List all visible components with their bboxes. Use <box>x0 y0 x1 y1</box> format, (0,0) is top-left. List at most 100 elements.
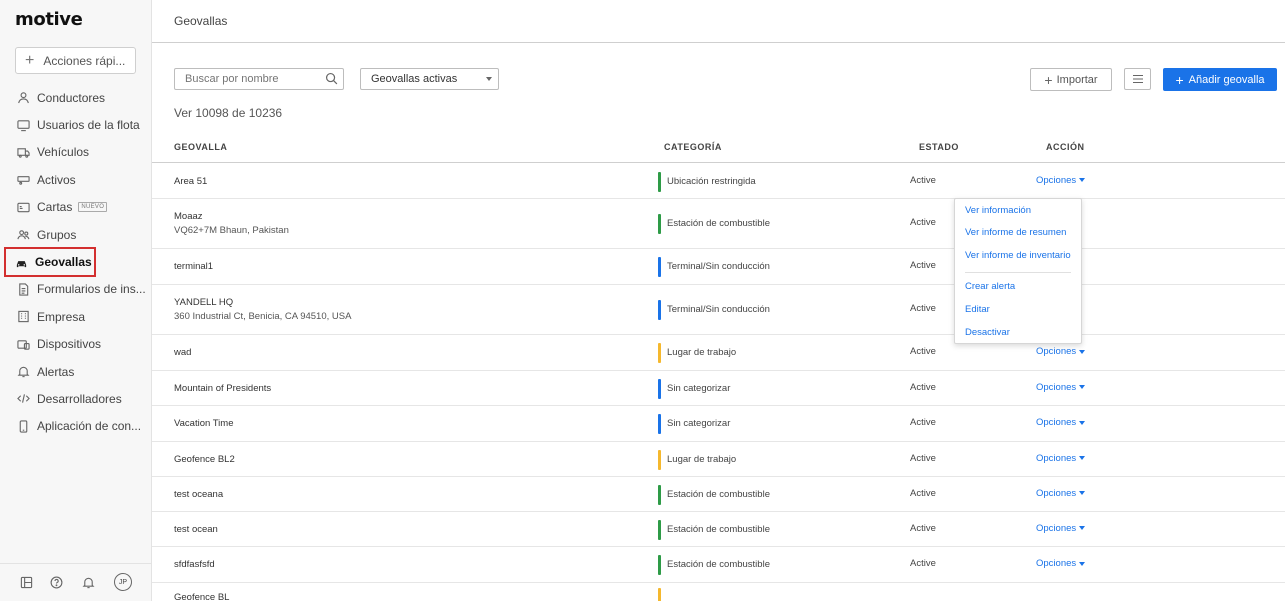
geofence-name[interactable]: test oceana <box>174 489 223 500</box>
options-button[interactable]: Opciones <box>1036 381 1086 393</box>
sidebar-item-alertas[interactable]: Alertas <box>0 358 152 385</box>
phone-icon <box>17 420 30 433</box>
columns-menu-button[interactable] <box>1124 68 1151 90</box>
geofence-name[interactable]: Vacation Time <box>174 418 234 429</box>
sidebar-item-label: Aplicación de con... <box>37 419 142 434</box>
category-label: Estación de combustible <box>667 218 770 229</box>
options-label: Opciones <box>1036 346 1077 357</box>
column-estado[interactable]: ESTADO <box>919 142 959 152</box>
notifications-icon[interactable] <box>80 574 96 590</box>
status-text: Active <box>910 346 936 357</box>
sidebar-item-activos[interactable]: Activos <box>0 166 152 193</box>
sidebar-item-desarrolladores[interactable]: Desarrolladores <box>0 385 152 412</box>
geofence-name[interactable]: Geofence BL2 <box>174 454 235 465</box>
sidebar-item-label: Formularios de ins... <box>37 282 146 297</box>
table-row[interactable]: Area 51 Ubicación restringida Active Opcion… <box>152 164 1285 199</box>
category-color-bar <box>658 414 661 434</box>
options-button[interactable]: Opciones <box>1036 417 1086 428</box>
geofence-name[interactable]: Geofence BL <box>174 592 229 601</box>
sidebar-item-vehiculos[interactable]: Vehículos <box>0 139 152 166</box>
geofence-filter-select[interactable]: Geovallas activas <box>360 68 499 90</box>
sidebar-item-empresa[interactable]: Empresa <box>0 303 152 330</box>
apps-icon[interactable] <box>18 574 34 590</box>
table-row[interactable]: sfdfasfsfd Estación de combustible Active O… <box>152 547 1285 583</box>
options-label: Opciones <box>1036 381 1077 393</box>
help-icon[interactable] <box>48 574 64 590</box>
motive-logo[interactable]: motive <box>15 9 83 30</box>
geofence-name[interactable]: test ocean <box>174 524 218 535</box>
menu-item-editar[interactable]: Editar <box>965 304 990 315</box>
sidebar-item-aplicacion[interactable]: Aplicación de con... <box>0 413 152 440</box>
plus-icon: + <box>25 51 35 69</box>
table-row[interactable]: Moaaz VQ62+7M Bhaun, Pakistan Estación de … <box>152 199 1285 249</box>
sidebar-item-label: Alertas <box>37 364 75 379</box>
import-button[interactable]: + Importar <box>1030 68 1112 91</box>
column-categoria[interactable]: CATEGORÍA <box>664 142 722 152</box>
sidebar-item-label: Vehículos <box>37 145 90 160</box>
status-text: Active <box>910 260 936 271</box>
sidebar-item-grupos[interactable]: Grupos <box>0 221 152 248</box>
geofence-name[interactable]: YANDELL HQ <box>174 297 233 308</box>
table-row[interactable]: Geofence BL <box>152 583 1285 601</box>
geofence-name[interactable]: sfdfasfsfd <box>174 559 215 570</box>
geofence-name[interactable]: Moaaz <box>174 211 203 222</box>
geofence-name[interactable]: terminal1 <box>174 261 213 272</box>
table-row[interactable]: Mountain of Presidents Sin categorizar Act… <box>152 371 1285 406</box>
column-geovalla[interactable]: GEOVALLA <box>174 142 227 152</box>
options-label: Opciones <box>1036 558 1077 569</box>
table-row[interactable]: terminal1 Terminal/Sin conducción Active <box>152 249 1285 285</box>
menu-item-ver-informacion[interactable]: Ver información <box>965 205 1031 216</box>
options-button[interactable]: Opciones <box>1036 346 1086 357</box>
search-input[interactable] <box>174 68 344 90</box>
options-dropdown: Ver información Ver informe de resumen V… <box>954 198 1082 344</box>
category-label: Sin categorizar <box>667 382 731 394</box>
menu-item-ver-informe-inventario[interactable]: Ver informe de inventario <box>965 250 1071 261</box>
menu-item-crear-alerta[interactable]: Crear alerta <box>965 281 1015 292</box>
table-row[interactable]: Geofence BL2 Lugar de trabajo Active Opcion… <box>152 442 1285 477</box>
sidebar-item-formularios[interactable]: Formularios de ins... <box>0 276 152 303</box>
avatar[interactable]: JP <box>114 573 132 591</box>
table-row[interactable]: wad Lugar de trabajo Active Opciones <box>152 335 1285 371</box>
category-label: Terminal/Sin conducción <box>667 261 770 272</box>
add-geofence-button[interactable]: + Añadir geovalla <box>1163 68 1277 91</box>
menu-item-desactivar[interactable]: Desactivar <box>965 327 1010 338</box>
form-icon <box>17 283 30 296</box>
options-button[interactable]: Opciones <box>1036 523 1086 534</box>
options-label: Opciones <box>1036 452 1077 464</box>
sidebar-item-cartas[interactable]: Cartas NUEVO <box>0 194 152 221</box>
truck-icon <box>17 146 30 159</box>
menu-icon <box>1132 74 1143 84</box>
category-label: Estación de combustible <box>667 559 770 570</box>
header: Geovallas <box>152 0 1285 43</box>
sidebar-item-geovallas[interactable]: Geovallas <box>4 247 96 277</box>
geofence-name[interactable]: Mountain of Presidents <box>174 383 271 394</box>
category-label: Lugar de trabajo <box>667 453 737 465</box>
caret-down-icon <box>1079 178 1086 182</box>
category-label: Ubicación restringida <box>667 175 756 187</box>
building-icon <box>17 310 30 323</box>
options-button[interactable]: Opciones <box>1036 488 1086 499</box>
plus-icon: + <box>1175 71 1184 88</box>
geofence-name[interactable]: Area 51 <box>174 176 207 187</box>
code-icon <box>17 392 30 405</box>
sidebar-item-dispositivos[interactable]: Dispositivos <box>0 331 152 358</box>
sidebar-item-usuarios[interactable]: Usuarios de la flota <box>0 111 152 138</box>
sidebar-item-label: Empresa <box>37 309 86 324</box>
options-button[interactable]: Opciones <box>1036 452 1086 464</box>
sidebar-item-conductores[interactable]: Conductores <box>0 84 152 111</box>
options-button[interactable]: Opciones <box>1036 175 1086 186</box>
geofence-name[interactable]: wad <box>174 347 191 358</box>
caret-down-icon <box>1079 349 1086 354</box>
table-row[interactable]: test ocean Estación de combustible Active O… <box>152 512 1285 547</box>
quick-actions-button[interactable]: + Acciones rápi... <box>15 47 136 74</box>
status-text: Active <box>910 303 936 314</box>
table-row[interactable]: Vacation Time Sin categorizar Active Opcion… <box>152 406 1285 442</box>
table-row[interactable]: YANDELL HQ 360 Industrial Ct, Benicia, CA… <box>152 285 1285 335</box>
options-button[interactable]: Opciones <box>1036 558 1086 569</box>
status-text: Active <box>910 558 936 569</box>
menu-item-ver-informe-resumen[interactable]: Ver informe de resumen <box>965 227 1066 238</box>
table-body: Area 51 Ubicación restringida Active Opcion… <box>152 164 1285 601</box>
table-row[interactable]: test oceana Estación de combustible Active… <box>152 477 1285 512</box>
search-icon[interactable] <box>325 72 338 85</box>
options-label: Opciones <box>1036 417 1077 428</box>
